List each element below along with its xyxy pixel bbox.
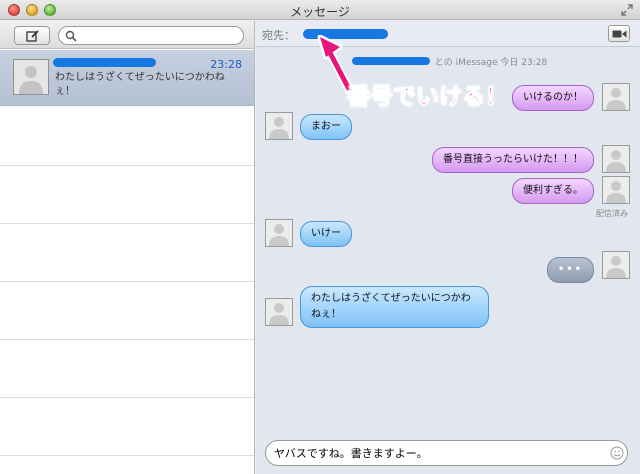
message-bubble-received: わたしはうざくてぜったいにつかわねぇ！ bbox=[300, 286, 489, 328]
message-bubble-sent: いけるのか！ bbox=[512, 85, 594, 111]
video-camera-icon bbox=[612, 30, 627, 38]
conversation-list: 23:28 わたしはうざくてぜったいにつかわねぇ！ bbox=[0, 50, 254, 474]
emoji-icon[interactable] bbox=[610, 446, 624, 460]
self-avatar bbox=[602, 176, 630, 204]
conversation-preview: わたしはうざくてぜったいにつかわねぇ！ bbox=[55, 72, 225, 97]
search-icon bbox=[65, 30, 77, 42]
self-avatar bbox=[602, 145, 630, 173]
conversation-sidebar: 23:28 わたしはうざくてぜったいにつかわねぇ！ bbox=[0, 21, 255, 474]
person-silhouette-icon bbox=[606, 181, 626, 203]
conversation-item-selected[interactable]: 23:28 わたしはうざくてぜったいにつかわねぇ！ bbox=[0, 50, 254, 106]
to-label: 宛先： bbox=[262, 29, 295, 42]
fullscreen-icon[interactable] bbox=[620, 3, 634, 17]
compose-button[interactable] bbox=[14, 26, 50, 45]
person-silhouette-icon bbox=[269, 117, 289, 139]
row-separator bbox=[0, 397, 254, 398]
row-separator bbox=[0, 281, 254, 282]
typing-indicator-bubble: ••• bbox=[546, 257, 594, 283]
contact-avatar bbox=[265, 298, 293, 326]
window-title: メッセージ bbox=[290, 5, 350, 19]
messages-window: メッセージ 23:28 わたしはうざくてぜったいにつかわねぇ！ 宛先： との i… bbox=[0, 0, 640, 474]
delivered-status: 配信済み bbox=[596, 209, 628, 218]
person-silhouette-icon bbox=[606, 150, 626, 172]
row-separator bbox=[0, 455, 254, 456]
search-field[interactable] bbox=[58, 26, 244, 45]
facetime-button[interactable] bbox=[608, 25, 630, 42]
self-avatar bbox=[602, 83, 630, 111]
annotation-caption: 番号でいける！ bbox=[347, 84, 509, 111]
row-separator bbox=[0, 165, 254, 166]
self-avatar bbox=[602, 251, 630, 279]
person-silhouette-icon bbox=[269, 303, 289, 325]
message-input[interactable] bbox=[265, 440, 628, 466]
message-bubble-received: まおー bbox=[300, 114, 352, 140]
person-silhouette-icon bbox=[606, 88, 626, 110]
row-separator bbox=[0, 223, 254, 224]
message-bubble-sent: 番号直接うったらいけた！！！ bbox=[432, 147, 594, 173]
row-separator bbox=[0, 339, 254, 340]
contact-avatar bbox=[13, 59, 49, 95]
message-bubble-sent: 便利すぎる。 bbox=[512, 178, 594, 204]
message-bubble-received: いけー bbox=[300, 221, 352, 247]
person-silhouette-icon bbox=[19, 66, 43, 94]
sidebar-toolbar bbox=[0, 21, 254, 49]
message-input-bar bbox=[256, 434, 640, 474]
person-silhouette-icon bbox=[269, 224, 289, 246]
contact-avatar bbox=[265, 219, 293, 247]
person-silhouette-icon bbox=[606, 256, 626, 278]
contact-avatar bbox=[265, 112, 293, 140]
contact-name-redacted bbox=[53, 58, 156, 67]
conversation-time: 23:28 bbox=[210, 58, 242, 71]
search-input[interactable] bbox=[81, 29, 239, 43]
chat-pane: 宛先： との iMessage 今日 23:28 いけるのか！ まおー 番号直接… bbox=[256, 21, 640, 474]
compose-icon bbox=[26, 30, 39, 42]
title-bar: メッセージ bbox=[0, 0, 640, 20]
